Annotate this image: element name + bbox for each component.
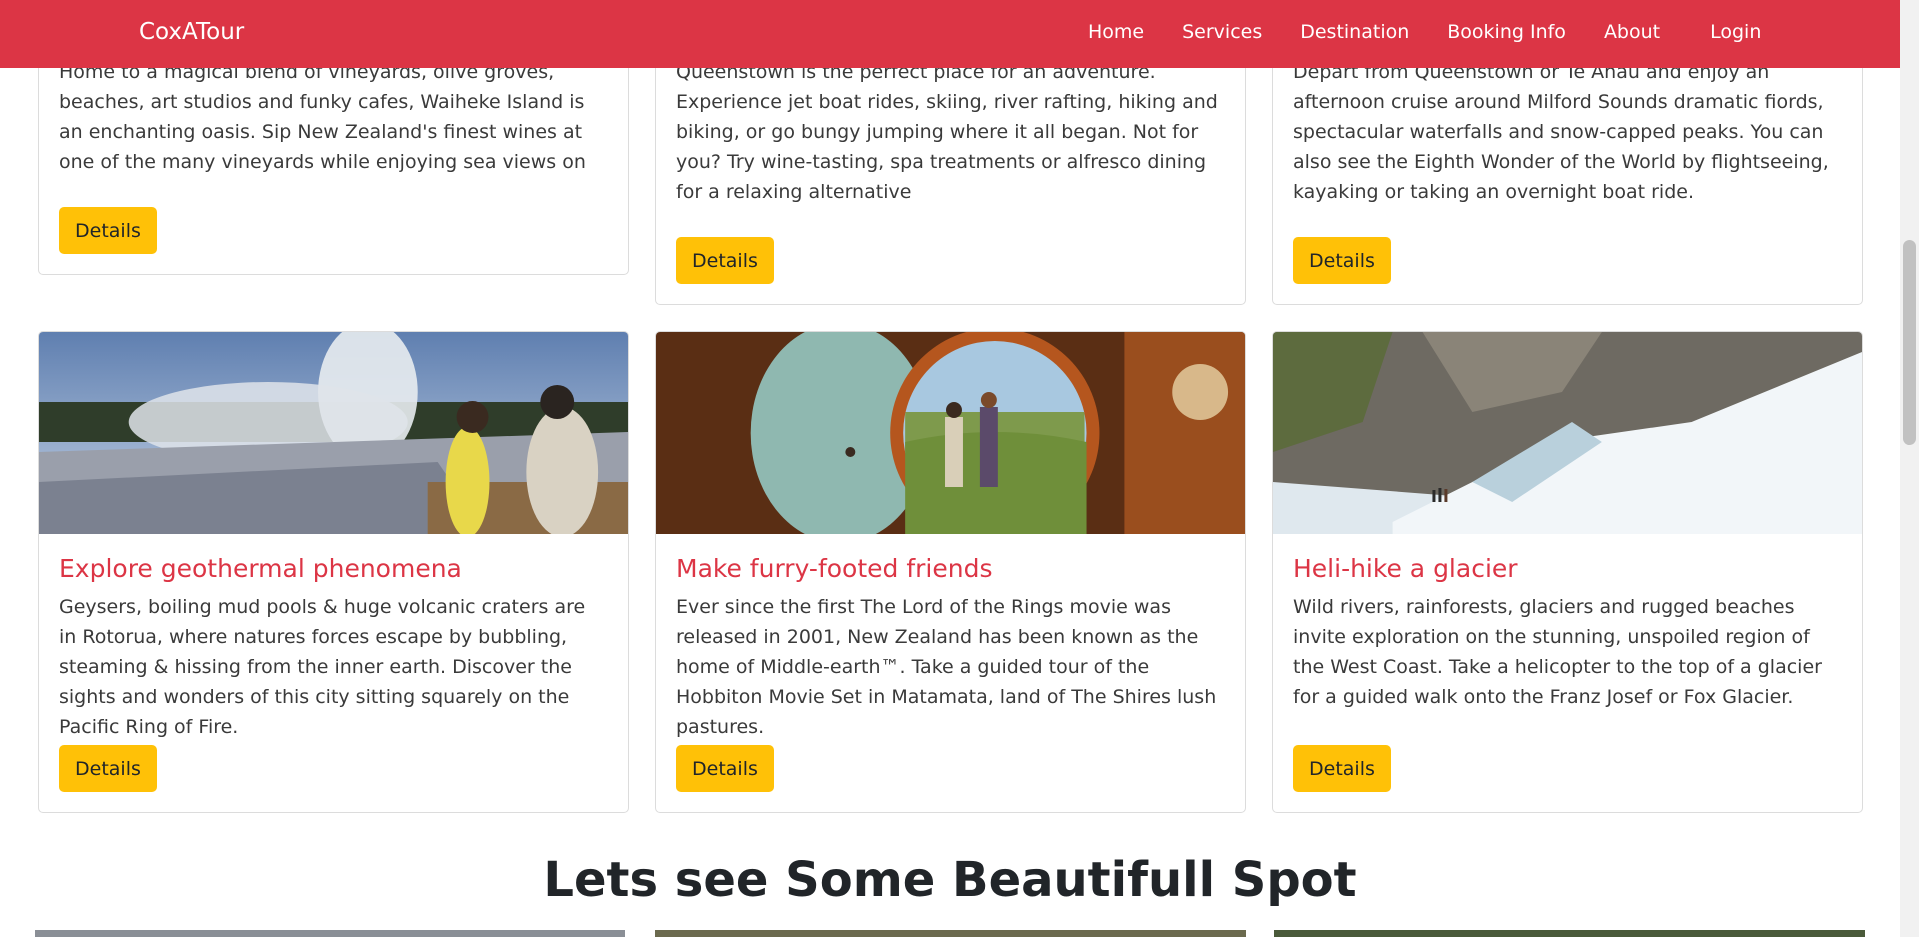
nav-links: Home Services Destination Booking Info A… [1088,21,1761,43]
brand-logo[interactable]: CoxATour [139,19,244,45]
gallery-image [655,930,1246,937]
glacier-image [1273,332,1862,534]
card-text: Queenstown is the perfect place for an a… [676,61,1218,203]
navbar: CoxATour Home Services Destination Booki… [0,0,1900,68]
geothermal-image [39,332,628,534]
card-queenstown: Queenstown is the perfect place for an a… [655,30,1246,305]
card-title: Explore geothermal phenomena [59,554,462,583]
card-text: Ever since the first The Lord of the Rin… [676,596,1217,738]
details-button[interactable]: Details [1293,745,1391,792]
card-glacier: Heli-hike a glacier Wild rivers, rainfor… [1272,331,1863,813]
nav-home[interactable]: Home [1088,21,1144,43]
section-title: Lets see Some Beautifull Spot [543,852,1357,908]
scrollbar-thumb[interactable] [1903,240,1916,445]
page: CoxATour Home Services Destination Booki… [0,0,1919,937]
card-title: Heli-hike a glacier [1293,554,1518,583]
nav-about[interactable]: About [1604,21,1660,43]
scrollbar[interactable] [1900,0,1919,937]
card-hobbiton: Make furry-footed friends Ever since the… [655,331,1246,813]
card-text: Depart from Queenstown or Te Anau and en… [1293,61,1829,203]
details-button[interactable]: Details [59,207,157,254]
gallery-image [1274,930,1865,937]
card-title: Make furry-footed friends [676,554,993,583]
nav-services[interactable]: Services [1182,21,1262,43]
details-button[interactable]: Details [676,237,774,284]
details-button[interactable]: Details [59,745,157,792]
card-text: Wild rivers, rainforests, glaciers and r… [1293,596,1822,708]
card-geothermal: Explore geothermal phenomena Geysers, bo… [38,331,629,813]
nav-login[interactable]: Login [1710,21,1761,43]
hobbiton-image [656,332,1245,534]
card-milford: Depart from Queenstown or Te Anau and en… [1272,30,1863,305]
details-button[interactable]: Details [676,745,774,792]
nav-destination[interactable]: Destination [1300,21,1409,43]
card-text: Geysers, boiling mud pools & huge volcan… [59,596,586,738]
details-button[interactable]: Details [1293,237,1391,284]
gallery-image [35,930,625,937]
nav-booking-info[interactable]: Booking Info [1447,21,1566,43]
card-text: Home to a magical blend of vineyards, ol… [59,61,586,173]
